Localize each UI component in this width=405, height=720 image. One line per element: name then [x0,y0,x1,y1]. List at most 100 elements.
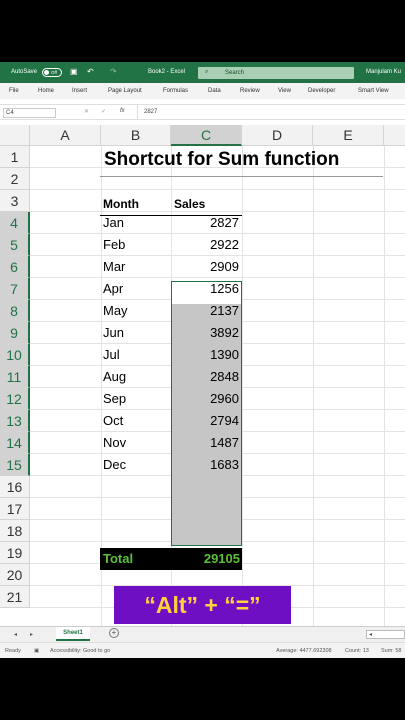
tab-data[interactable]: Data [208,88,221,94]
month-cell[interactable]: May [103,300,128,322]
sales-cell[interactable]: 2909 [171,256,239,278]
row-header-12[interactable]: 12 [0,388,30,410]
status-sum[interactable]: Sum: 58 [381,648,401,654]
redo-icon[interactable]: ↷ [110,67,117,76]
row-header-18[interactable]: 18 [0,520,30,542]
month-cell[interactable]: Oct [103,410,123,432]
row-header-2[interactable]: 2 [0,168,30,190]
autosave-label: AutoSave [11,69,38,75]
tab-formulas[interactable]: Formulas [163,88,188,94]
total-value[interactable]: 29105 [171,548,240,570]
excel-window: AutoSave Off ▣ ↶ ↷ Book2 - Excel ⌕ Searc… [0,62,405,658]
month-cell[interactable]: Apr [103,278,123,300]
column-header-c[interactable]: C [171,125,242,146]
tab-home[interactable]: Home [38,88,54,94]
sheet-title[interactable]: Shortcut for Sum function [104,149,339,171]
user-name[interactable]: Manjulam Ku [366,69,401,75]
sales-cell[interactable]: 2827 [171,212,239,234]
month-cell[interactable]: Jul [103,344,120,366]
tab-scroll-left-icon[interactable]: ◂ [14,631,17,638]
row-header-8[interactable]: 8 [0,300,30,322]
tab-smart-view[interactable]: Smart View [358,88,389,94]
status-bar: Ready ▣ Accessibility: Good to go Averag… [0,642,405,658]
row-header-20[interactable]: 20 [0,564,30,586]
row-header-16[interactable]: 16 [0,476,30,498]
total-label[interactable]: Total [103,548,133,570]
row-header-15[interactable]: 15 [0,454,30,476]
fx-icon[interactable]: fx [120,108,125,114]
tab-insert[interactable]: Insert [72,88,87,94]
sales-cell[interactable]: 2960 [171,388,239,410]
status-count[interactable]: Count: 13 [345,648,369,654]
tab-page-layout[interactable]: Page Layout [108,88,142,94]
scroll-left-icon[interactable]: ◂ [369,631,372,638]
sales-cell[interactable]: 1256 [171,278,239,300]
sales-cell[interactable]: 2922 [171,234,239,256]
column-header-e[interactable]: E [313,125,384,146]
row-header-5[interactable]: 5 [0,234,30,256]
row-header-10[interactable]: 10 [0,344,30,366]
worksheet-grid[interactable]: A B C D E 1 2 3 4 5 6 7 8 9 10 11 12 13 14 15 16 17 18 19 2… [0,125,405,626]
search-placeholder: Search [225,70,245,76]
month-cell[interactable]: Aug [103,366,126,388]
title-bar: AutoSave Off ▣ ↶ ↷ Book2 - Excel ⌕ Searc… [0,62,405,83]
column-header-d[interactable]: D [242,125,313,146]
document-title: Book2 - Excel [148,69,186,75]
row-header-13[interactable]: 13 [0,410,30,432]
row-header-19[interactable]: 19 [0,542,30,564]
column-header-a[interactable]: A [30,125,101,146]
row-header-17[interactable]: 17 [0,498,30,520]
row-header-1[interactable]: 1 [0,146,30,168]
month-cell[interactable]: Sep [103,388,126,410]
sales-cell[interactable]: 3892 [171,322,239,344]
row-header-9[interactable]: 9 [0,322,30,344]
tab-file[interactable]: File [9,88,19,94]
row-gridline [30,189,405,190]
tab-view[interactable]: View [278,88,291,94]
formula-input[interactable]: 2827 [144,109,157,115]
month-cell[interactable]: Dec [103,454,126,476]
sales-cell[interactable]: 1487 [171,432,239,454]
month-cell[interactable]: Jan [103,212,124,234]
horizontal-scrollbar[interactable]: ◂ [366,630,405,639]
save-icon[interactable]: ▣ [70,67,78,76]
row-header-6[interactable]: 6 [0,256,30,278]
autosave-toggle[interactable]: Off [42,68,62,77]
select-all-corner[interactable] [0,125,30,146]
status-average[interactable]: Average: 4477.692308 [276,648,332,654]
row-header-14[interactable]: 14 [0,432,30,454]
tab-scroll-right-icon[interactable]: ▸ [30,631,33,638]
row-header-3[interactable]: 3 [0,190,30,212]
cancel-icon[interactable]: ✕ [84,108,89,115]
undo-icon[interactable]: ↶ [87,67,94,76]
name-box[interactable]: C4 [3,108,56,118]
row-header-11[interactable]: 11 [0,366,30,388]
sales-cell[interactable]: 1683 [171,454,239,476]
row-header-4[interactable]: 4 [0,212,30,234]
row-header-7[interactable]: 7 [0,278,30,300]
sales-cell[interactable]: 2794 [171,410,239,432]
column-gridline [242,146,243,626]
row-header-21[interactable]: 21 [0,586,30,608]
enter-icon[interactable]: ✓ [101,108,106,115]
month-cell[interactable]: Nov [103,432,126,454]
sales-cell[interactable]: 2137 [171,300,239,322]
month-cell[interactable]: Feb [103,234,125,256]
sales-cell[interactable]: 1390 [171,344,239,366]
sheet-tab-sheet1[interactable]: Sheet1 [56,627,90,641]
shortcut-banner: “Alt” + “=” [114,586,291,624]
formula-divider [137,105,138,119]
sales-cell[interactable]: 2848 [171,366,239,388]
tab-developer[interactable]: Developer [308,88,335,94]
status-ready: Ready [5,648,21,654]
month-cell[interactable]: Mar [103,256,125,278]
month-cell[interactable]: Jun [103,322,124,344]
macro-record-icon[interactable]: ▣ [34,648,39,654]
accessibility-status[interactable]: Accessibility: Good to go [50,648,110,654]
column-gridline [313,146,314,626]
column-header-partial[interactable] [384,125,405,146]
column-header-b[interactable]: B [101,125,171,146]
add-sheet-button[interactable]: + [109,628,119,638]
tab-review[interactable]: Review [240,88,260,94]
search-box[interactable]: ⌕ Search [198,67,354,79]
